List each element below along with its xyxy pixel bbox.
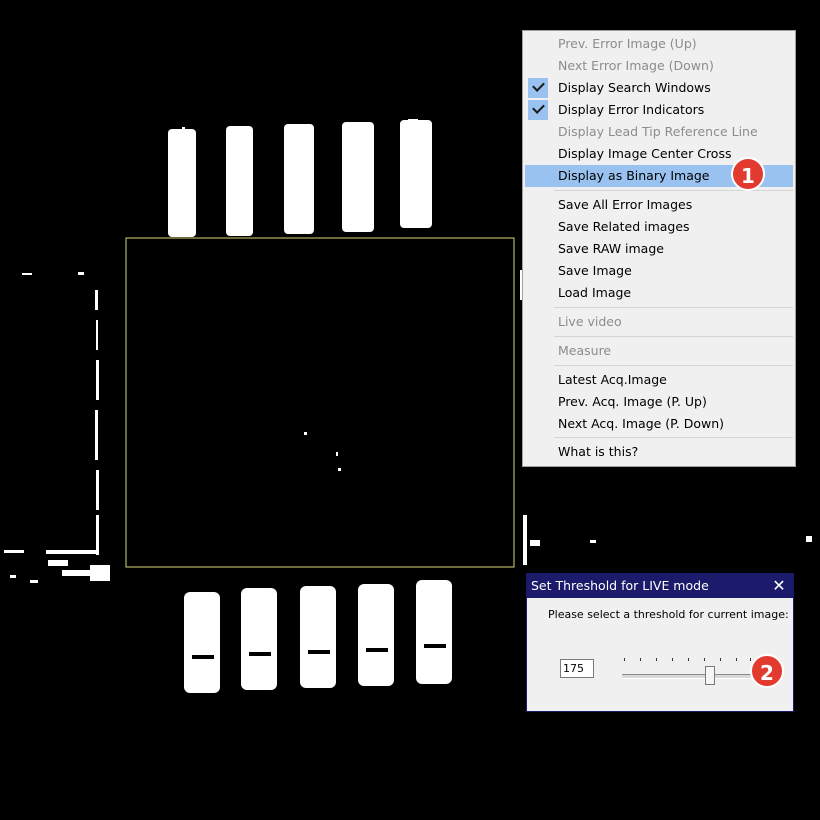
lead — [184, 592, 220, 693]
close-icon[interactable]: ✕ — [771, 574, 787, 598]
menu-item-prev-acq-image[interactable]: Prev. Acq. Image (P. Up) — [525, 391, 793, 413]
noise — [96, 470, 99, 510]
menu-item-label: Save Related images — [558, 219, 690, 234]
lead-shadow — [192, 655, 214, 659]
noise — [806, 536, 812, 542]
annotation-badge-2: 2 — [750, 654, 784, 688]
slider-tick — [656, 658, 657, 661]
menu-item-label: Display Error Indicators — [558, 102, 705, 117]
menu-item-label: Next Acq. Image (P. Down) — [558, 416, 725, 431]
noise — [523, 515, 527, 565]
menu-item-label: Display Image Center Cross — [558, 146, 732, 161]
noise — [30, 580, 38, 583]
lead — [226, 126, 253, 236]
noise — [304, 432, 307, 435]
lead-notch — [408, 119, 418, 123]
noise — [46, 550, 96, 554]
menu-separator — [554, 336, 793, 337]
slider-tick — [736, 658, 737, 661]
noise — [95, 410, 98, 460]
menu-item-live-video[interactable]: Live video — [525, 311, 793, 333]
menu-item-label: Prev. Acq. Image (P. Up) — [558, 394, 707, 409]
lead — [168, 129, 196, 237]
menu-item-what-is-this[interactable]: What is this? — [525, 441, 793, 463]
noise — [96, 360, 99, 400]
lead-shadow — [308, 650, 330, 654]
menu-item-save-all-error-images[interactable]: Save All Error Images — [525, 194, 793, 216]
menu-item-label: Next Error Image (Down) — [558, 58, 714, 73]
dialog-title: Set Threshold for LIVE mode — [527, 574, 793, 598]
menu-item-label: Prev. Error Image (Up) — [558, 36, 697, 51]
lead — [284, 124, 314, 234]
menu-item-label: Save All Error Images — [558, 197, 693, 212]
lead — [300, 586, 336, 688]
annotation-badge-1: 1 — [731, 157, 765, 191]
lead-shadow — [249, 652, 271, 656]
slider-tick — [704, 658, 705, 661]
noise — [78, 272, 84, 275]
menu-item-next-acq-image[interactable]: Next Acq. Image (P. Down) — [525, 413, 793, 435]
menu-separator — [554, 437, 793, 438]
noise — [336, 452, 338, 456]
noise — [338, 468, 341, 471]
menu-separator — [554, 190, 793, 191]
menu-item-measure[interactable]: Measure — [525, 340, 793, 362]
menu-item-label: Measure — [558, 343, 612, 358]
menu-item-next-error-image[interactable]: Next Error Image (Down) — [525, 55, 793, 77]
lead — [342, 122, 374, 232]
threshold-dialog: Set Threshold for LIVE mode ✕ Please sel… — [526, 573, 794, 712]
menu-item-display-lead-tip-reference-line[interactable]: Display Lead Tip Reference Line — [525, 121, 793, 143]
menu-item-label: Display Lead Tip Reference Line — [558, 124, 758, 139]
menu-item-display-search-windows[interactable]: Display Search Windows — [525, 77, 793, 99]
menu-item-save-raw-image[interactable]: Save RAW image — [525, 238, 793, 260]
menu-item-label: Save Image — [558, 263, 632, 278]
context-menu: Prev. Error Image (Up) Next Error Image … — [522, 30, 796, 467]
noise — [96, 515, 99, 555]
checkmark-icon — [528, 100, 548, 120]
lead-shadow — [424, 644, 446, 648]
noise — [530, 540, 540, 546]
menu-separator — [554, 365, 793, 366]
slider-track[interactable] — [622, 674, 752, 679]
slider-tick — [750, 658, 751, 661]
menu-item-prev-error-image[interactable]: Prev. Error Image (Up) — [525, 33, 793, 55]
slider-tick — [720, 658, 721, 661]
menu-item-load-image[interactable]: Load Image — [525, 282, 793, 304]
menu-item-label: Save RAW image — [558, 241, 664, 256]
slider-tick — [624, 658, 625, 661]
menu-item-label: Latest Acq.Image — [558, 372, 667, 387]
lead — [416, 580, 452, 684]
lead — [358, 584, 394, 686]
lead — [400, 120, 432, 228]
menu-item-label: Live video — [558, 314, 622, 329]
menu-item-label: Display as Binary Image — [558, 168, 710, 183]
lead-notch — [182, 127, 185, 131]
noise — [22, 273, 32, 275]
noise — [48, 560, 68, 566]
lead — [241, 588, 277, 690]
menu-item-label: What is this? — [558, 444, 639, 459]
lead-shadow — [366, 648, 388, 652]
threshold-prompt: Please select a threshold for current im… — [548, 608, 789, 621]
noise — [4, 550, 24, 553]
slider-tick — [672, 658, 673, 661]
noise — [62, 570, 92, 576]
menu-item-save-related-images[interactable]: Save Related images — [525, 216, 793, 238]
slider-thumb[interactable] — [705, 666, 715, 685]
menu-item-latest-acq-image[interactable]: Latest Acq.Image — [525, 369, 793, 391]
slider-tick — [640, 658, 641, 661]
menu-item-save-image[interactable]: Save Image — [525, 260, 793, 282]
noise — [590, 540, 596, 543]
noise — [96, 320, 98, 350]
menu-item-display-error-indicators[interactable]: Display Error Indicators — [525, 99, 793, 121]
noise — [95, 290, 98, 310]
slider-tick — [688, 658, 689, 661]
menu-separator — [554, 307, 793, 308]
menu-item-label: Display Search Windows — [558, 80, 711, 95]
checkmark-icon — [528, 78, 548, 98]
threshold-value-input[interactable] — [560, 659, 594, 678]
menu-item-label: Load Image — [558, 285, 632, 300]
noise — [10, 575, 16, 578]
noise — [90, 565, 110, 581]
